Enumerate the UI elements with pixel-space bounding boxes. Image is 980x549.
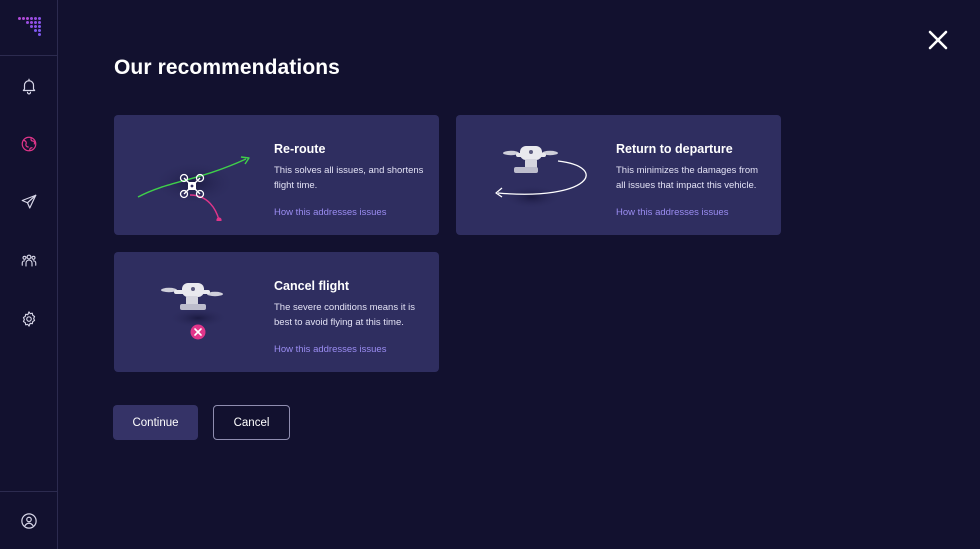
card-link[interactable]: How this addresses issues <box>616 207 728 218</box>
cancel-x-icon <box>190 324 206 340</box>
nav-notifications[interactable] <box>0 66 58 106</box>
card-title: Re-route <box>274 142 326 156</box>
nav-team[interactable] <box>0 240 58 280</box>
return-illustration <box>495 146 587 209</box>
card-title: Return to departure <box>616 142 733 156</box>
card-description: The severe conditions means it is best t… <box>274 302 415 328</box>
recommendation-card-cancel[interactable]: Cancel flight The severe conditions mean… <box>114 252 439 372</box>
sidebar <box>0 0 58 549</box>
card-description: This solves all issues, and shortens fli… <box>274 165 424 191</box>
user-avatar-icon <box>21 512 37 529</box>
reroute-illustration <box>137 156 250 221</box>
recommendation-card-reroute[interactable]: Re-route This solves all issues, and sho… <box>114 115 439 235</box>
cancel-illustration <box>161 283 228 340</box>
close-button[interactable] <box>926 28 950 52</box>
close-icon <box>928 30 948 50</box>
globe-icon <box>21 136 37 152</box>
nav-map[interactable] <box>0 124 58 164</box>
drone-3d <box>161 283 223 310</box>
card-title: Cancel flight <box>274 279 350 293</box>
team-icon <box>21 254 37 267</box>
recommendation-card-return[interactable]: Return to departure This minimizes the d… <box>456 115 781 235</box>
settings-icon <box>22 311 36 327</box>
card-description: This minimizes the damages from all issu… <box>616 165 759 191</box>
logo[interactable] <box>0 0 58 56</box>
app: Our recommendations Re-route This solves… <box>0 0 980 549</box>
profile-button[interactable] <box>0 491 58 549</box>
page-title: Our recommendations <box>114 56 340 79</box>
card-link[interactable]: How this addresses issues <box>274 207 386 218</box>
bell-icon <box>22 78 36 95</box>
drone-3d <box>503 146 558 173</box>
continue-button[interactable]: Continue <box>113 405 198 440</box>
nav-flights[interactable] <box>0 182 58 222</box>
nav-settings[interactable] <box>0 299 58 339</box>
card-link[interactable]: How this addresses issues <box>274 344 386 355</box>
send-icon <box>21 194 37 209</box>
cancel-button[interactable]: Cancel <box>213 405 290 440</box>
